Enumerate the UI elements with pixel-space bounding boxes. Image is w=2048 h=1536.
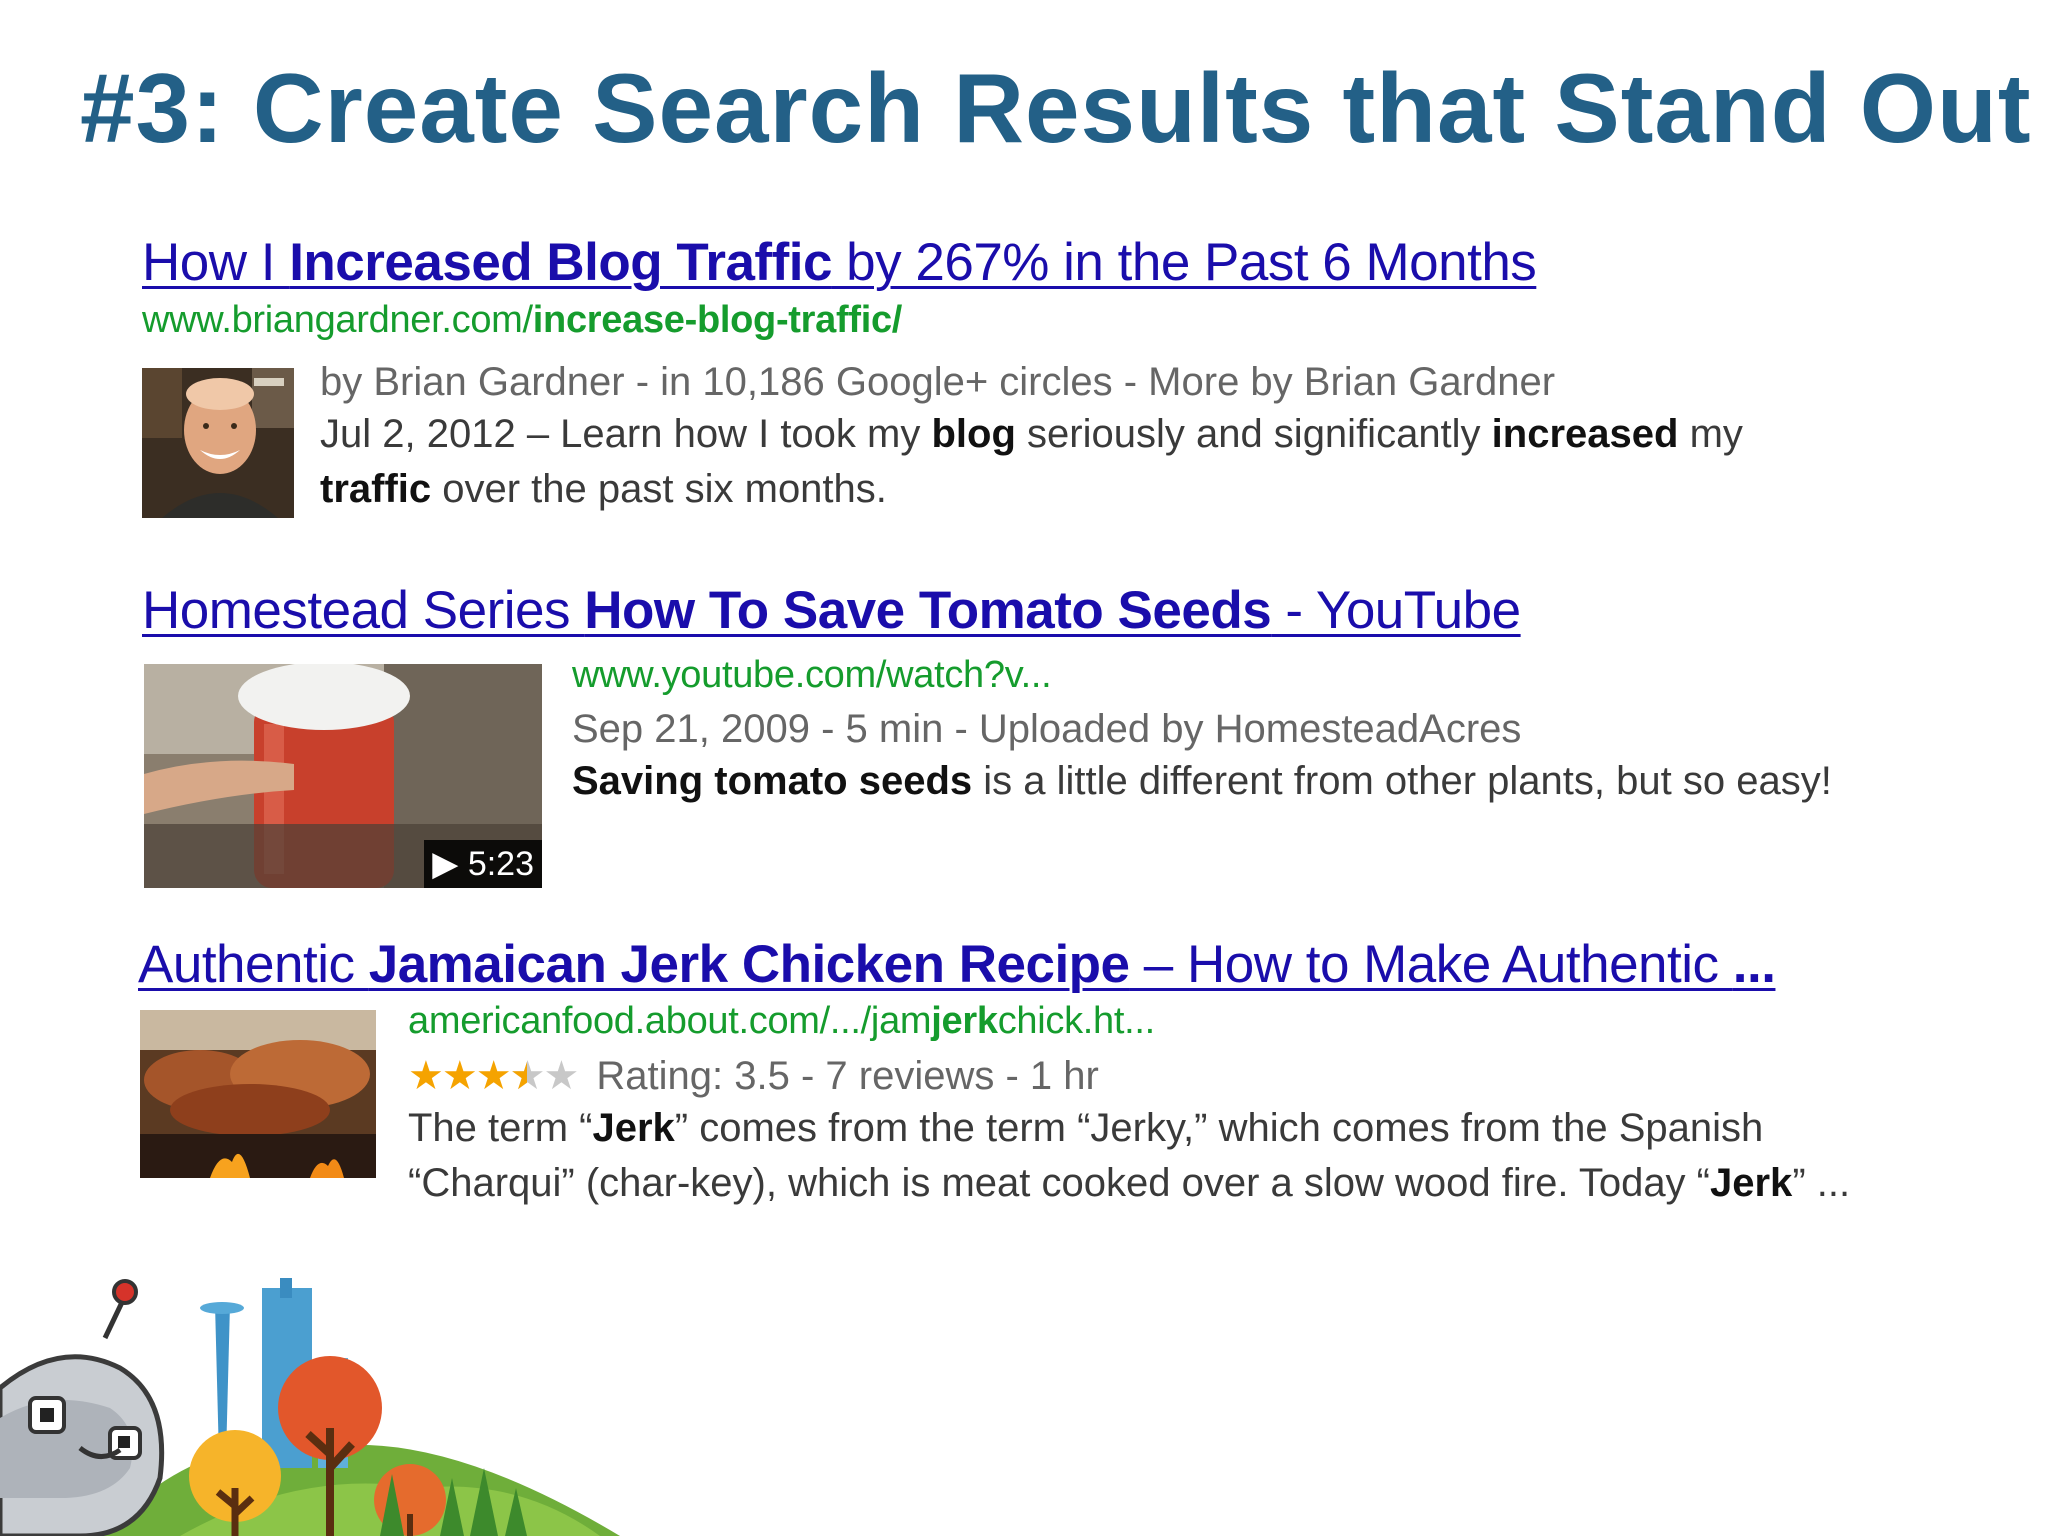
recipe-thumbnail <box>140 1010 376 1178</box>
author-avatar-image <box>142 368 294 518</box>
slide-title: #3: Create Search Results that Stand Out <box>80 53 2032 163</box>
result-upload-meta: Sep 21, 2009 - 5 min - Uploaded by Homes… <box>572 707 1522 751</box>
search-result-blog-traffic: How I Increased Blog Traffic by 267% in … <box>142 232 1902 518</box>
result-title-link[interactable]: How I Increased Blog Traffic by 267% in … <box>142 232 1902 293</box>
result-url: www.youtube.com/watch?v... <box>572 654 1052 696</box>
author-photo <box>142 368 294 518</box>
search-result-tomato-seeds: Homestead Series How To Save Tomato Seed… <box>142 580 1902 888</box>
search-result-jerk-chicken: Authentic Jamaican Jerk Chicken Recipe –… <box>138 934 1928 1205</box>
result-snippet: Jul 2, 2012 – Learn how I took my blog s… <box>320 412 1743 511</box>
video-duration-badge: ▶ 5:23 <box>424 840 542 888</box>
result-snippet: The term “Jerk” comes from the term “Jer… <box>408 1106 1851 1205</box>
result-url: www.briangardner.com/increase-blog-traff… <box>142 299 903 341</box>
result-snippet: Saving tomato seeds is a little differen… <box>572 759 1832 803</box>
play-icon: ▶ <box>432 845 468 883</box>
video-thumbnail[interactable]: ▶ 5:23 <box>144 664 542 888</box>
result-title-link[interactable]: Homestead Series How To Save Tomato Seed… <box>142 580 1902 641</box>
result-author-meta: by Brian Gardner - in 10,186 Google+ cir… <box>320 360 1556 404</box>
jerk-chicken-image <box>140 1010 376 1178</box>
star-rating-icon: ★★★★★★ <box>408 1054 579 1098</box>
result-url: americanfood.about.com/.../jamjerkchick.… <box>408 1000 1155 1042</box>
robot-city-illustration <box>0 1278 620 1536</box>
result-title-link[interactable]: Authentic Jamaican Jerk Chicken Recipe –… <box>138 934 1928 995</box>
rating-row: ★★★★★★ Rating: 3.5 - 7 reviews - 1 hr <box>408 1054 1099 1098</box>
